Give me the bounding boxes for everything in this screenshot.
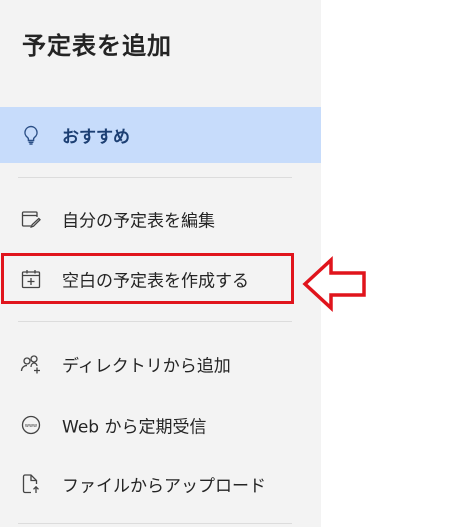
divider [18,523,292,524]
nav-item-label: 自分の予定表を編集 [62,211,215,232]
file-upload-icon [20,473,42,495]
panel-title: 予定表を追加 [22,32,172,60]
highlight-box [1,253,294,304]
nav-item-edit-calendars[interactable]: 自分の予定表を編集 [0,191,321,247]
nav-item-label: ディレクトリから追加 [62,356,231,377]
nav-item-label: Web から定期受信 [62,417,207,438]
nav-item-label: ファイルからアップロード [62,476,266,497]
divider [18,321,292,322]
web-subscribe-icon: www [20,414,42,436]
nav-item-subscribe-from-web[interactable]: www Web から定期受信 [0,397,321,453]
lightbulb-icon [20,124,42,146]
nav-item-upload-from-file[interactable]: ファイルからアップロード [0,456,321,512]
edit-calendar-icon [20,208,42,230]
nav-item-recommended[interactable]: おすすめ [0,107,321,163]
left-arrow-icon [302,255,368,317]
nav-item-add-from-directory[interactable]: ディレクトリから追加 [0,336,321,392]
people-add-icon [20,353,42,375]
nav-item-label: おすすめ [62,127,130,148]
divider [18,177,292,178]
svg-text:www: www [25,423,37,429]
